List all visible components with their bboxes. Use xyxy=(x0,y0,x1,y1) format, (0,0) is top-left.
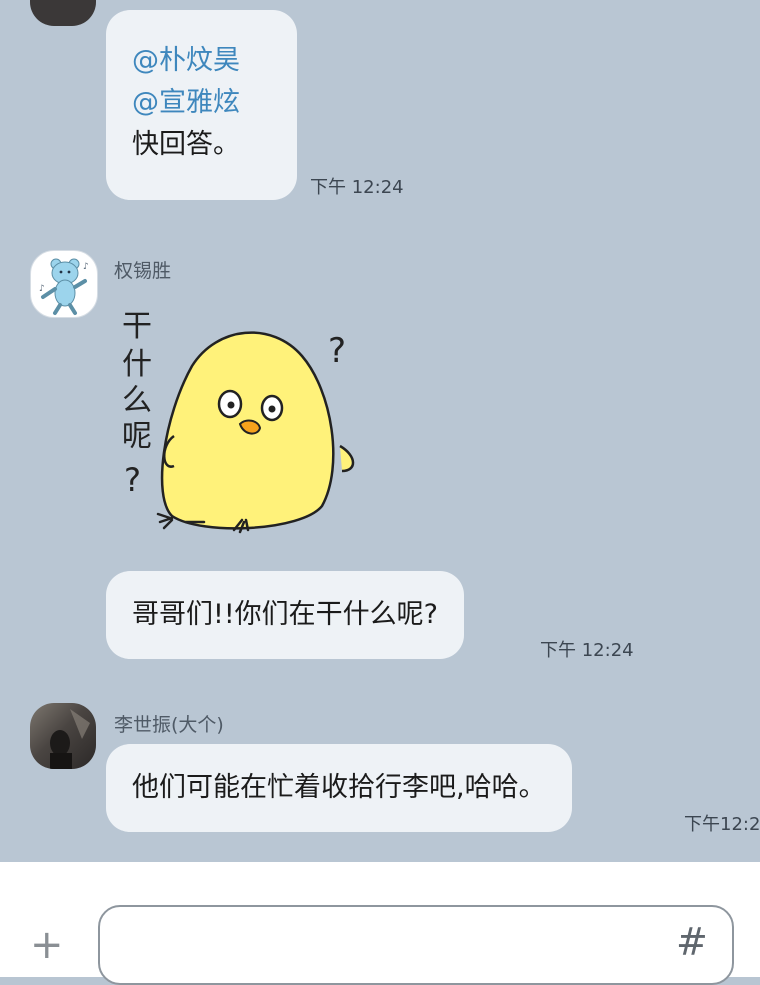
sticker-text: 什 xyxy=(122,347,152,382)
sticker-text: 干 xyxy=(122,309,152,344)
svg-text:♪: ♪ xyxy=(83,262,89,272)
message-input[interactable] xyxy=(98,905,734,985)
sticker[interactable]: 干 什 么 呢 ? ? xyxy=(112,296,372,546)
message-text: 快回答。 xyxy=(132,129,240,160)
message-bubble[interactable]: 哥哥们!!你们在干什么呢? xyxy=(106,571,464,659)
mention[interactable]: @朴炆昊 xyxy=(132,40,271,82)
sticker-text: ? xyxy=(124,461,141,499)
sender-name: 李世振(大个) xyxy=(114,714,224,736)
sticker-text: 么 xyxy=(122,383,152,418)
message-bubble[interactable]: @朴炆昊 @宣雅炫 快回答。 xyxy=(106,10,297,200)
message-time: 下午 12:24 xyxy=(310,177,404,198)
chat-area: @朴炆昊 @宣雅炫 快回答。 下午 12:24 ♪ ♪ 权锡胜 干 什 么 呢 xyxy=(0,0,760,862)
avatar[interactable]: ♪ ♪ xyxy=(30,250,98,318)
message-time: 下午 12:24 xyxy=(540,640,634,661)
svg-text:♪: ♪ xyxy=(39,284,45,294)
sticker-text: 呢 xyxy=(122,419,152,454)
message-text: 哥哥们!!你们在干什么呢? xyxy=(132,599,438,630)
message-bubble[interactable]: 他们可能在忙着收拾行李吧,哈哈。 xyxy=(106,744,572,832)
message-time: 下午12:2 xyxy=(684,814,760,835)
mention[interactable]: @宣雅炫 xyxy=(132,82,271,124)
chick-sticker-icon: 干 什 么 呢 ? ? xyxy=(122,309,355,534)
avatar[interactable] xyxy=(30,703,96,769)
profile-photo-icon xyxy=(50,709,90,769)
message-text: 他们可能在忙着收拾行李吧,哈哈。 xyxy=(132,772,546,803)
avatar[interactable] xyxy=(30,0,96,26)
hash-icon[interactable]: # xyxy=(676,920,708,964)
sender-name: 权锡胜 xyxy=(114,260,172,282)
bear-avatar-icon: ♪ ♪ xyxy=(39,258,89,315)
plus-icon[interactable]: + xyxy=(30,925,64,965)
sticker-question: ? xyxy=(328,331,346,371)
